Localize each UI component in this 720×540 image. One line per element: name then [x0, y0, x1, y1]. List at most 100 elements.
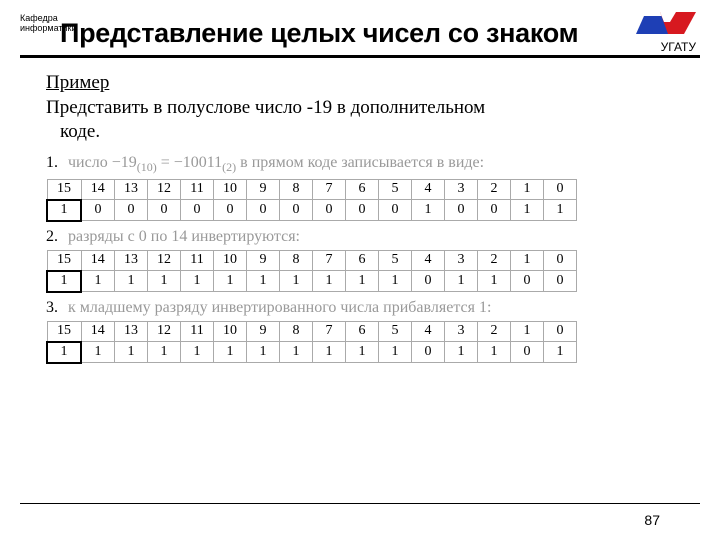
- bit-header-cell: 6: [346, 321, 379, 342]
- bit-header-cell: 10: [214, 250, 247, 271]
- dept-line2: информатики: [20, 23, 77, 33]
- bit-value-cell: 0: [511, 271, 544, 292]
- bit-header-cell: 3: [445, 179, 478, 200]
- bit-header-cell: 11: [181, 179, 214, 200]
- bit-value-cell: 1: [214, 271, 247, 292]
- bit-value-cell: 0: [313, 200, 346, 221]
- bit-header-cell: 8: [280, 250, 313, 271]
- bit-header-cell: 7: [313, 321, 346, 342]
- bit-header-cell: 1: [511, 321, 544, 342]
- bit-value-cell: 1: [81, 342, 115, 363]
- bit-header-cell: 10: [214, 321, 247, 342]
- bit-header-cell: 2: [478, 321, 511, 342]
- bit-header-cell: 15: [47, 179, 81, 200]
- bit-value-cell: 1: [47, 271, 81, 292]
- logo-icon: [636, 12, 696, 38]
- bit-value-cell: 0: [247, 200, 280, 221]
- header: Кафедра информатики Представление целых …: [0, 0, 720, 49]
- example-heading: Пример: [46, 72, 690, 94]
- bit-value-cell: 0: [81, 200, 115, 221]
- bit-value-cell: 1: [544, 342, 577, 363]
- bit-header-cell: 8: [280, 179, 313, 200]
- bit-value-cell: 1: [280, 271, 313, 292]
- bit-value-cell: 0: [148, 200, 181, 221]
- bit-header-cell: 5: [379, 321, 412, 342]
- bit-header-cell: 12: [148, 250, 181, 271]
- bit-value-cell: 0: [214, 200, 247, 221]
- bit-header-cell: 7: [313, 250, 346, 271]
- bit-header-cell: 2: [478, 250, 511, 271]
- bit-header-cell: 13: [115, 179, 148, 200]
- bit-value-cell: 0: [544, 271, 577, 292]
- bit-header-cell: 12: [148, 321, 181, 342]
- bit-value-cell: 1: [511, 200, 544, 221]
- bit-header-cell: 10: [214, 179, 247, 200]
- bit-value-cell: 0: [445, 200, 478, 221]
- bit-value-cell: 1: [478, 271, 511, 292]
- bit-header-cell: 3: [445, 250, 478, 271]
- bit-header-cell: 5: [379, 250, 412, 271]
- bit-header-cell: 0: [544, 321, 577, 342]
- bit-value-cell: 1: [181, 342, 214, 363]
- bit-header-cell: 1: [511, 179, 544, 200]
- page-title: Представление целых чисел со знаком: [60, 18, 700, 49]
- step-1-table: 15141312111098765432101000000000010011: [46, 179, 577, 222]
- bit-value-cell: 0: [478, 200, 511, 221]
- bit-value-cell: 0: [280, 200, 313, 221]
- bit-header-cell: 4: [412, 250, 445, 271]
- example-task: Представить в полуслове число -19 в допо…: [46, 96, 690, 144]
- bit-header-cell: 6: [346, 250, 379, 271]
- bit-header-cell: 11: [181, 250, 214, 271]
- bit-value-cell: 1: [346, 342, 379, 363]
- bit-header-cell: 0: [544, 250, 577, 271]
- bit-value-cell: 0: [412, 271, 445, 292]
- steps: 1. число −19(10) = −10011(2) в прямом ко…: [46, 154, 690, 364]
- bit-header-cell: 14: [81, 250, 115, 271]
- step-1-caption: 1. число −19(10) = −10011(2) в прямом ко…: [46, 154, 690, 175]
- department-label: Кафедра информатики: [20, 14, 77, 34]
- bit-header-cell: 9: [247, 250, 280, 271]
- bit-header-cell: 2: [478, 179, 511, 200]
- bit-header-cell: 4: [412, 179, 445, 200]
- bit-header-cell: 8: [280, 321, 313, 342]
- org-label: УГАТУ: [661, 40, 696, 54]
- bit-value-cell: 1: [148, 271, 181, 292]
- step-3-table: 15141312111098765432101111111111101101: [46, 321, 577, 364]
- bit-value-cell: 0: [511, 342, 544, 363]
- bit-value-cell: 0: [379, 200, 412, 221]
- bit-header-cell: 14: [81, 321, 115, 342]
- dept-line1: Кафедра: [20, 13, 58, 23]
- bit-header-cell: 11: [181, 321, 214, 342]
- bit-value-cell: 1: [544, 200, 577, 221]
- page-number: 87: [644, 512, 660, 528]
- bit-value-cell: 1: [47, 342, 81, 363]
- bit-value-cell: 0: [412, 342, 445, 363]
- bit-header-cell: 6: [346, 179, 379, 200]
- bit-header-cell: 7: [313, 179, 346, 200]
- bit-header-cell: 15: [47, 321, 81, 342]
- bit-header-cell: 13: [115, 250, 148, 271]
- bit-value-cell: 1: [148, 342, 181, 363]
- bottom-divider: [20, 503, 700, 504]
- bit-value-cell: 1: [445, 271, 478, 292]
- bit-value-cell: 1: [181, 271, 214, 292]
- bit-header-cell: 9: [247, 321, 280, 342]
- bit-value-cell: 1: [412, 200, 445, 221]
- bit-value-cell: 1: [478, 342, 511, 363]
- bit-value-cell: 1: [214, 342, 247, 363]
- bit-value-cell: 1: [346, 271, 379, 292]
- bit-value-cell: 1: [313, 271, 346, 292]
- bit-header-cell: 12: [148, 179, 181, 200]
- bit-header-cell: 1: [511, 250, 544, 271]
- bit-value-cell: 0: [346, 200, 379, 221]
- bit-value-cell: 0: [115, 200, 148, 221]
- bit-value-cell: 1: [47, 200, 81, 221]
- bit-value-cell: 1: [379, 271, 412, 292]
- bit-header-cell: 0: [544, 179, 577, 200]
- bit-value-cell: 0: [181, 200, 214, 221]
- bit-header-cell: 5: [379, 179, 412, 200]
- bit-header-cell: 15: [47, 250, 81, 271]
- step-2-table: 15141312111098765432101111111111101100: [46, 250, 577, 293]
- bit-value-cell: 1: [247, 271, 280, 292]
- content: Пример Представить в полуслове число -19…: [0, 58, 720, 364]
